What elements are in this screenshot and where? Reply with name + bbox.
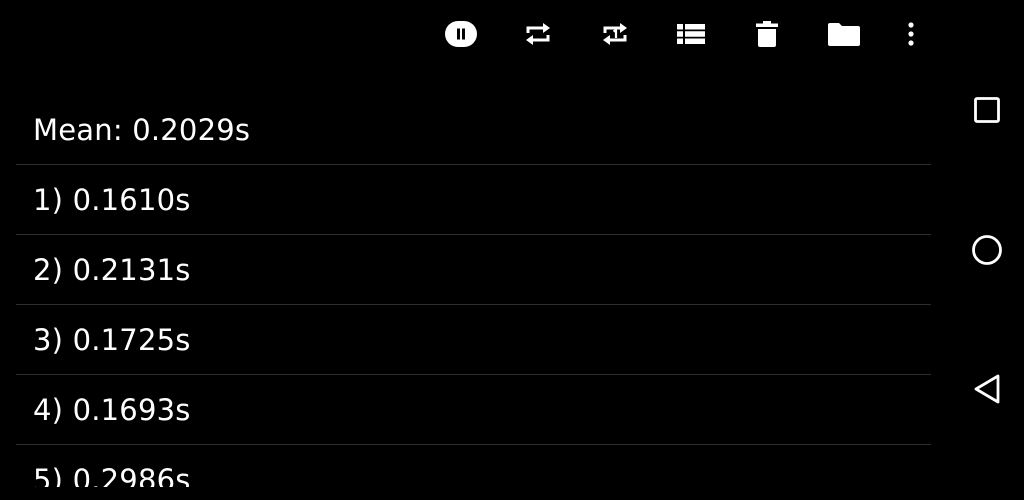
- system-nav-bar: [950, 0, 1024, 500]
- folder-icon: [828, 23, 860, 46]
- repeat-button[interactable]: [516, 12, 560, 56]
- delete-icon: [756, 21, 778, 47]
- lap-label: 4) 0.1693s: [33, 392, 191, 427]
- list-view-button[interactable]: [669, 12, 713, 56]
- repeat-one-button[interactable]: [593, 12, 637, 56]
- folder-button[interactable]: [822, 12, 866, 56]
- pause-button[interactable]: [439, 12, 483, 56]
- lap-label: 2) 0.2131s: [33, 252, 191, 287]
- delete-button[interactable]: [745, 12, 789, 56]
- home-button[interactable]: [963, 226, 1011, 274]
- lap-row[interactable]: 4) 0.1693s: [16, 375, 931, 445]
- more-vert-icon: [908, 22, 914, 46]
- lap-row[interactable]: 5) 0.2986s: [16, 445, 931, 488]
- list-view-icon: [677, 24, 705, 44]
- home-circle-icon: [972, 235, 1002, 265]
- repeat-icon: [526, 23, 550, 45]
- more-options-button[interactable]: [889, 12, 933, 56]
- lap-row[interactable]: 1) 0.1610s: [16, 165, 931, 235]
- lap-label: 3) 0.1725s: [33, 322, 191, 357]
- recents-square-icon: [974, 97, 1000, 123]
- lap-label: 1) 0.1610s: [33, 182, 191, 217]
- lap-label: 5) 0.2986s: [33, 462, 191, 488]
- lap-row[interactable]: 3) 0.1725s: [16, 305, 931, 375]
- lap-times-list: Mean: 0.2029s 1) 0.1610s 2) 0.2131s 3) 0…: [16, 95, 931, 487]
- action-toolbar: [0, 0, 950, 70]
- mean-row: Mean: 0.2029s: [16, 95, 931, 165]
- mean-label: Mean: 0.2029s: [33, 112, 251, 147]
- back-triangle-icon: [974, 374, 1000, 404]
- recents-button[interactable]: [963, 86, 1011, 134]
- repeat-one-icon: [603, 23, 627, 45]
- pause-icon: [445, 21, 477, 47]
- lap-row[interactable]: 2) 0.2131s: [16, 235, 931, 305]
- back-button[interactable]: [963, 365, 1011, 413]
